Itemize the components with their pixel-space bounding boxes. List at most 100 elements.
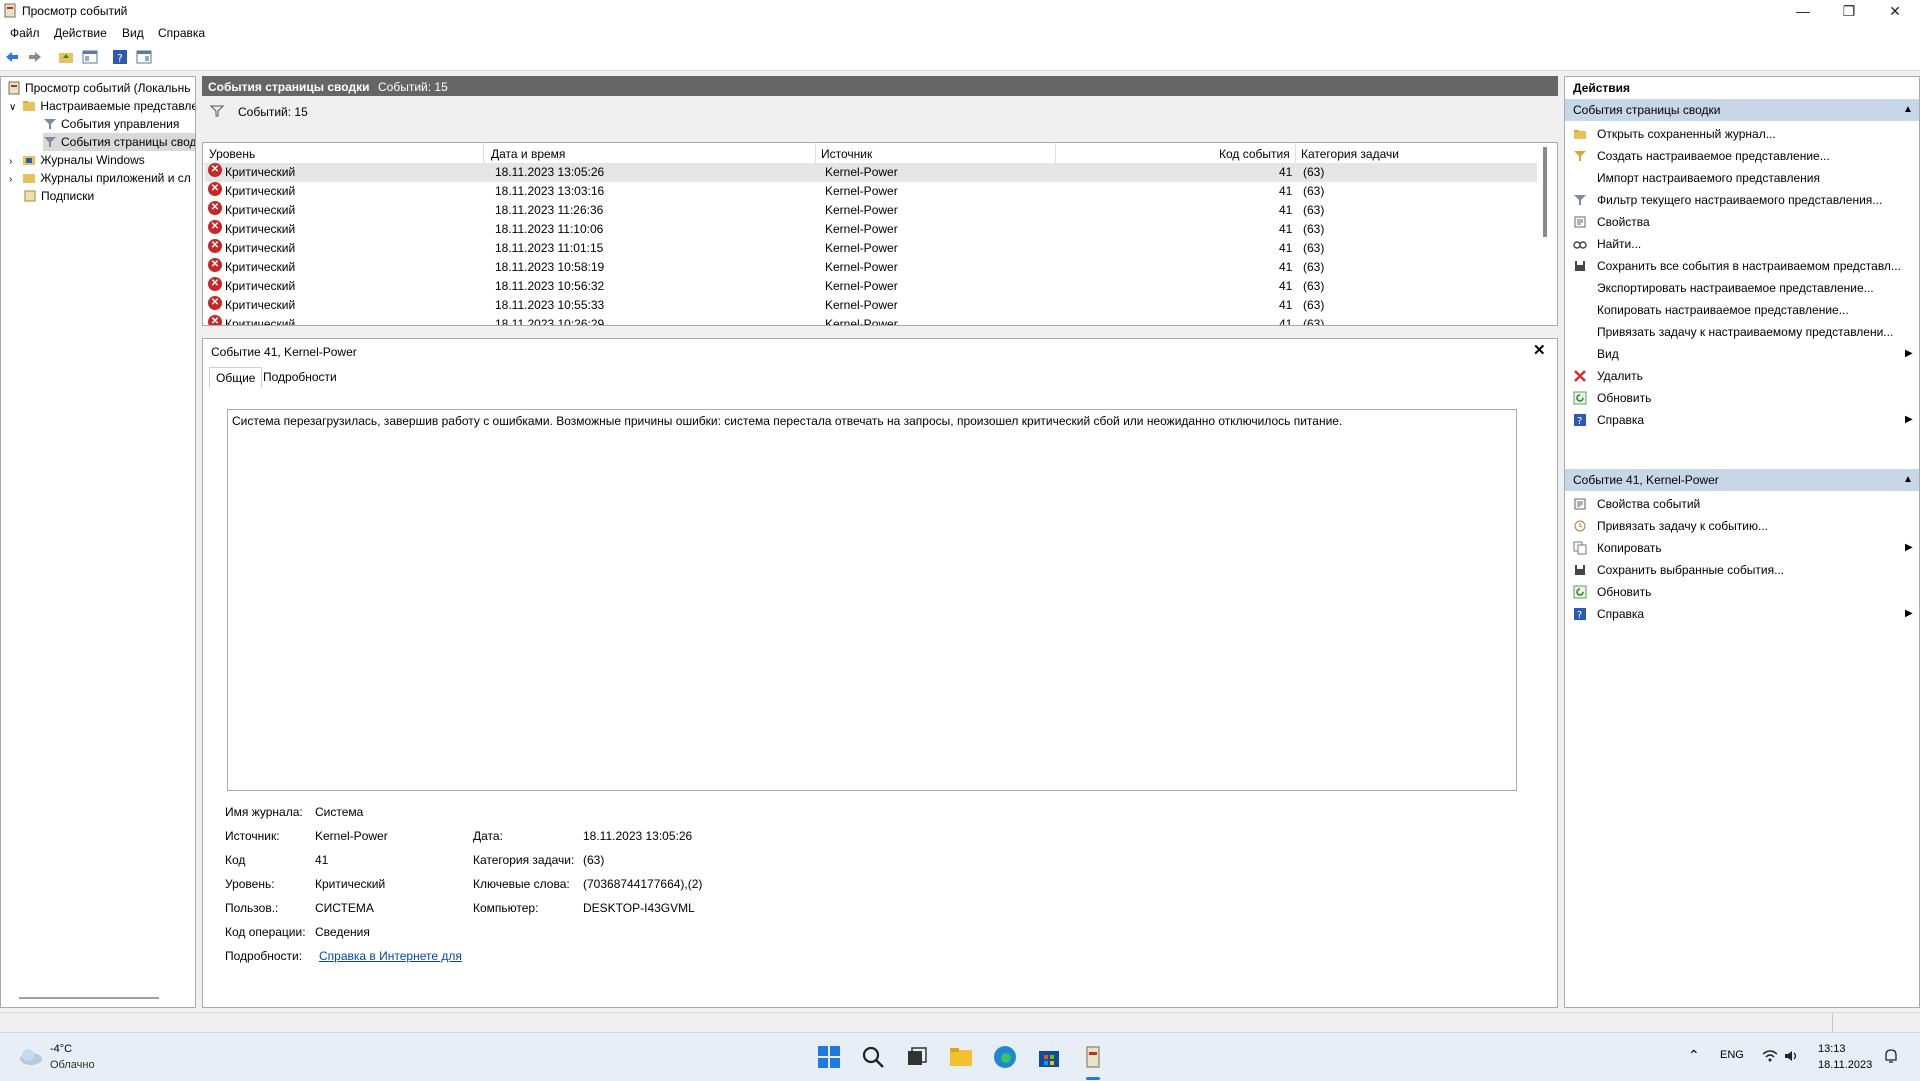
cell-category: (63) (1303, 165, 1325, 179)
vertical-scrollbar[interactable] (1543, 147, 1547, 237)
cell-datetime: 18.11.2023 10:26:29 (495, 317, 605, 326)
online-help-link[interactable]: Справка в Интернете для (319, 949, 462, 963)
chevron-right-icon[interactable]: › (9, 171, 19, 189)
action-item[interactable]: Обновить (1565, 581, 1919, 603)
chevron-down-icon[interactable]: ∨ (9, 99, 19, 117)
collapse-icon[interactable]: ▲ (1903, 469, 1913, 491)
error-icon: ✕ (208, 163, 222, 177)
menu-help[interactable]: Справка (158, 26, 205, 40)
tree-item-summary-events[interactable]: События страницы свод (43, 133, 195, 151)
table-row[interactable]: ✕ Критический 18.11.2023 11:26:36 Kernel-Po… (205, 201, 1537, 220)
action-item[interactable]: Сохранить все события в настраиваемом пр… (1565, 255, 1919, 277)
tree-item-app-logs[interactable]: › Журналы приложений и сл (9, 169, 191, 187)
event-viewer-icon (8, 81, 20, 95)
action-item[interactable]: ? Справка ▶ (1565, 409, 1919, 431)
cell-datetime: 18.11.2023 11:26:36 (495, 203, 604, 217)
tab-general[interactable]: Общие (209, 367, 263, 388)
action-label: Привязать задачу к событию... (1597, 519, 1768, 533)
cell-event-code: 41 (1279, 203, 1293, 217)
table-row[interactable]: ✕ Критический 18.11.2023 10:55:33 Kernel-Po… (205, 296, 1537, 315)
language-indicator[interactable]: ENG (1720, 1049, 1744, 1061)
table-row[interactable]: ✕ Критический 18.11.2023 10:26:29 Kernel-Po… (205, 315, 1537, 326)
forward-arrow-icon[interactable] (27, 49, 43, 65)
action-item[interactable]: Копировать настраиваемое представление..… (1565, 299, 1919, 321)
cell-source: Kernel-Power (825, 165, 898, 179)
level-label: Уровень: (225, 877, 275, 891)
table-row[interactable]: ✕ Критический 18.11.2023 13:03:16 Kernel-Po… (205, 182, 1537, 201)
action-item[interactable]: Открыть сохраненный журнал... (1565, 123, 1919, 145)
notification-bell-icon[interactable] (1884, 1048, 1898, 1064)
action-item[interactable]: Импорт настраиваемого представления (1565, 167, 1919, 189)
chevron-up-icon[interactable]: ⌃ (1688, 1047, 1700, 1064)
cell-level: Критический (225, 184, 296, 198)
minimize-button[interactable]: — (1780, 0, 1826, 22)
collapse-icon[interactable]: ▲ (1903, 99, 1913, 121)
show-hide-tree-icon[interactable] (82, 49, 98, 65)
store-icon[interactable] (1035, 1043, 1063, 1071)
tab-details[interactable]: Подробности (257, 367, 343, 387)
action-item[interactable]: Обновить (1565, 387, 1919, 409)
column-header-level[interactable]: Уровень (209, 147, 255, 161)
show-action-pane-icon[interactable] (136, 49, 152, 65)
action-item[interactable]: ? Справка ▶ (1565, 603, 1919, 625)
tree-item-subscriptions[interactable]: Подписки (23, 187, 94, 205)
restore-button[interactable]: ❐ (1826, 0, 1872, 22)
search-icon[interactable] (859, 1043, 887, 1071)
action-item[interactable]: Найти... (1565, 233, 1919, 255)
menu-view[interactable]: Вид (122, 26, 144, 40)
action-item[interactable]: Свойства (1565, 211, 1919, 233)
table-row[interactable]: ✕ Критический 18.11.2023 10:58:19 Kernel-Po… (205, 258, 1537, 277)
column-header-category[interactable]: Категория задачи (1301, 147, 1399, 161)
tree-item-custom-views[interactable]: ∨ Настраиваемые представле (9, 97, 195, 117)
log-name-label: Имя журнала: (225, 805, 303, 819)
clock-time[interactable]: 13:13 (1818, 1043, 1846, 1055)
edge-browser-icon[interactable] (991, 1043, 1019, 1071)
action-item[interactable]: Фильтр текущего настраиваемого представл… (1565, 189, 1919, 211)
table-row[interactable]: ✕ Критический 18.11.2023 10:56:32 Kernel-Po… (205, 277, 1537, 296)
column-header-event-code[interactable]: Код события (1219, 147, 1290, 161)
action-item[interactable]: Привязать задачу к настраиваемому предст… (1565, 321, 1919, 343)
table-row[interactable]: ✕ Критический 18.11.2023 11:10:06 Kernel-Po… (205, 220, 1537, 239)
filter-count: Событий: 15 (238, 105, 308, 119)
tree-item-windows-logs[interactable]: › Журналы Windows (9, 151, 145, 169)
action-item[interactable]: Копировать ▶ (1565, 537, 1919, 559)
event-message-box[interactable]: Система перезагрузилась, завершив работу… (227, 409, 1517, 791)
cell-category: (63) (1303, 317, 1325, 326)
clock-date[interactable]: 18.11.2023 (1818, 1059, 1872, 1071)
action-item[interactable]: Привязать задачу к событию... (1565, 515, 1919, 537)
action-label: Фильтр текущего настраиваемого представл… (1597, 193, 1883, 207)
event-viewer-icon (4, 3, 16, 18)
folder-up-icon[interactable] (58, 49, 74, 65)
wifi-icon[interactable] (1762, 1049, 1778, 1063)
close-icon[interactable]: ✕ (1533, 341, 1546, 359)
weather-cloud-icon[interactable] (18, 1045, 44, 1067)
tree-item-admin-events[interactable]: События управления (43, 115, 179, 133)
horizontal-scrollbar[interactable] (19, 997, 159, 999)
start-icon[interactable] (815, 1043, 843, 1071)
action-item[interactable]: Сохранить выбранные события... (1565, 559, 1919, 581)
cell-event-code: 41 (1279, 165, 1293, 179)
column-header-datetime[interactable]: Дата и время (491, 147, 565, 161)
copy-icon (1573, 541, 1587, 555)
actions-section-summary[interactable]: События страницы сводки ▲ (1565, 99, 1919, 121)
tree-item-root[interactable]: Просмотр событий (Локальнь (7, 79, 191, 97)
task-view-icon[interactable] (903, 1043, 931, 1071)
menu-file[interactable]: Файл (10, 26, 40, 40)
user-label: Пользов.: (225, 901, 279, 915)
action-item[interactable]: Вид ▶ (1565, 343, 1919, 365)
column-header-source[interactable]: Источник (821, 147, 872, 161)
action-item[interactable]: Удалить (1565, 365, 1919, 387)
volume-icon[interactable] (1784, 1049, 1800, 1063)
table-row[interactable]: ✕ Критический 18.11.2023 11:01:15 Kernel-Po… (205, 239, 1537, 258)
file-explorer-icon[interactable] (947, 1043, 975, 1071)
table-row[interactable]: ✕ Критический 18.11.2023 13:05:26 Kernel-Po… (205, 163, 1537, 182)
event-viewer-taskbar-icon[interactable] (1079, 1043, 1107, 1071)
actions-section-event[interactable]: Событие 41, Kernel-Power ▲ (1565, 469, 1919, 491)
close-window-button[interactable]: ✕ (1872, 0, 1918, 22)
help-icon[interactable]: ? (112, 49, 128, 65)
action-item[interactable]: Создать настраиваемое представление... (1565, 145, 1919, 167)
action-item[interactable]: Экспортировать настраиваемое представлен… (1565, 277, 1919, 299)
action-item[interactable]: Свойства событий (1565, 493, 1919, 515)
menu-action[interactable]: Действие (54, 26, 107, 40)
back-arrow-icon[interactable] (4, 49, 20, 65)
